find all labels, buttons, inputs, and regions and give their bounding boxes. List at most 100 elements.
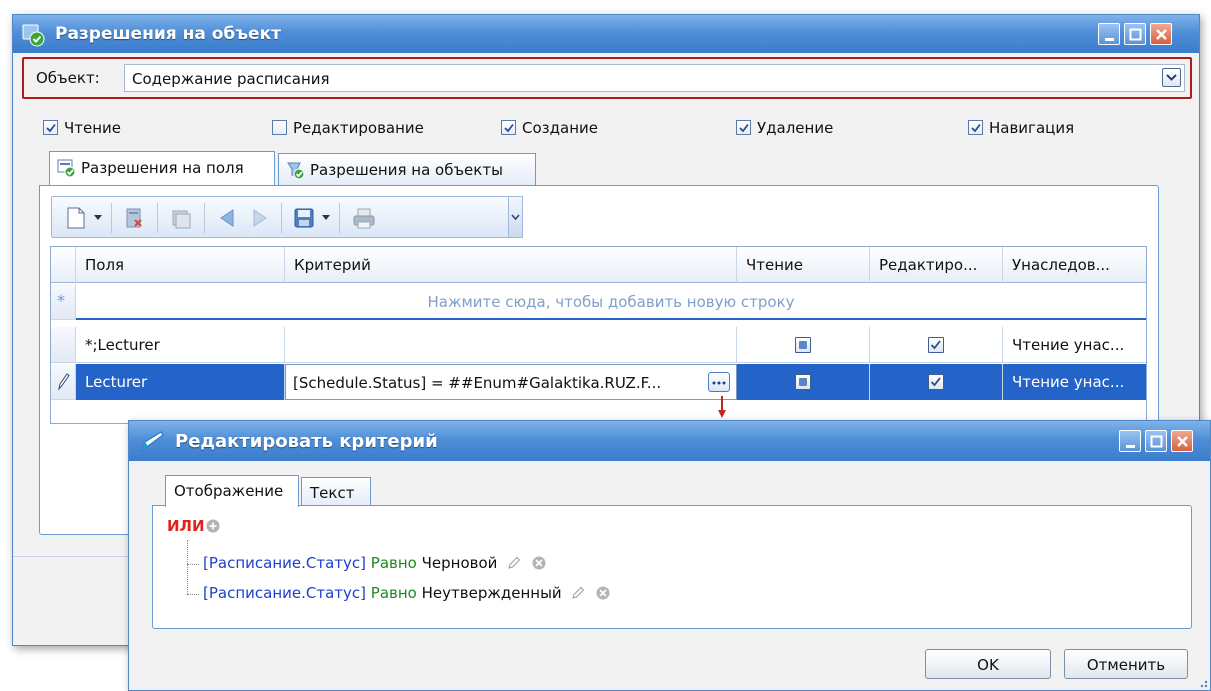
condition-value[interactable]: Черновой bbox=[422, 554, 498, 572]
print-icon[interactable] bbox=[352, 206, 376, 230]
tree-connector bbox=[187, 594, 199, 595]
cell-field-selected[interactable]: Lecturer bbox=[76, 364, 285, 400]
remove-condition-icon[interactable] bbox=[531, 555, 547, 571]
cell-criterion[interactable] bbox=[285, 327, 737, 363]
minimize-icon bbox=[1126, 445, 1135, 448]
dialog-titlebar[interactable]: Редактировать критерий bbox=[129, 421, 1210, 461]
checkmark-icon bbox=[971, 123, 981, 133]
cell-field-text: *;Lecturer bbox=[85, 336, 160, 354]
arrow-left-icon[interactable] bbox=[215, 206, 239, 230]
pencil-icon[interactable] bbox=[506, 555, 522, 571]
column-header-label: Критерий bbox=[294, 256, 371, 274]
checkmark-icon bbox=[930, 340, 941, 350]
permission-read-checkbox[interactable]: Чтение bbox=[43, 119, 121, 139]
permission-navigation-checkbox[interactable]: Навигация bbox=[968, 119, 1074, 139]
tab-field-permissions-label: Разрешения на поля bbox=[81, 159, 244, 177]
tab-text[interactable]: Текст bbox=[301, 477, 371, 507]
column-header-fields[interactable]: Поля bbox=[76, 247, 285, 283]
add-condition-icon[interactable] bbox=[205, 518, 221, 534]
indeterminate-mark bbox=[799, 341, 807, 349]
tab-object-permissions[interactable]: Разрешения на объекты bbox=[278, 153, 536, 185]
chevron-down-icon bbox=[1166, 74, 1177, 81]
window-titlebar[interactable]: Разрешения на объект bbox=[13, 15, 1199, 53]
checkbox-checked bbox=[43, 120, 58, 135]
toolbar-overflow-button[interactable] bbox=[508, 196, 523, 238]
cell-criterion-text: [Schedule.Status] = ##Enum#Galaktika.RUZ… bbox=[293, 374, 662, 392]
permission-create-checkbox[interactable]: Создание bbox=[501, 119, 598, 139]
condition-operator[interactable]: Равно bbox=[371, 584, 417, 602]
close-button[interactable] bbox=[1150, 23, 1172, 45]
group-operator[interactable]: ИЛИ bbox=[167, 517, 205, 535]
cell-edit-selected[interactable] bbox=[870, 364, 1003, 400]
close-button[interactable] bbox=[1171, 430, 1193, 452]
minimize-button[interactable] bbox=[1098, 23, 1120, 45]
cancel-button[interactable]: Отменить bbox=[1064, 649, 1188, 679]
object-label: Объект: bbox=[36, 69, 100, 87]
asterisk-icon: * bbox=[57, 291, 65, 310]
save-dropdown-arrow[interactable] bbox=[322, 215, 330, 220]
edit-criterion-dialog: Редактировать критерий Отображение Текст… bbox=[128, 420, 1211, 691]
row-indicator-editing bbox=[51, 364, 76, 400]
tab-display[interactable]: Отображение bbox=[165, 475, 299, 507]
checkbox-checked bbox=[501, 120, 516, 135]
object-selector-row: Объект: Содержание расписания bbox=[22, 57, 1192, 99]
permission-delete-checkbox[interactable]: Удаление bbox=[736, 119, 833, 139]
field-permissions-icon bbox=[57, 159, 76, 178]
maximize-button[interactable] bbox=[1124, 23, 1146, 45]
condition-row: [Расписание.Статус] Равно Неутвержденный bbox=[203, 584, 611, 602]
column-header-inherited[interactable]: Унаследов... bbox=[1003, 247, 1146, 283]
minimize-button[interactable] bbox=[1119, 430, 1141, 452]
checkmark-icon bbox=[739, 123, 749, 133]
edit-criterion-button[interactable] bbox=[708, 372, 730, 392]
new-dropdown-arrow[interactable] bbox=[94, 215, 102, 220]
condition-field[interactable]: [Расписание.Статус] bbox=[203, 584, 366, 602]
copy-icon[interactable] bbox=[169, 206, 193, 230]
criteria-tree-panel: ИЛИ [Расписание.Статус] Равно Черновой [… bbox=[152, 505, 1192, 629]
cell-inherited[interactable]: Чтение унас... bbox=[1003, 327, 1146, 363]
cell-read[interactable] bbox=[737, 327, 870, 363]
save-icon[interactable] bbox=[292, 206, 316, 230]
tab-field-permissions[interactable]: Разрешения на поля bbox=[49, 151, 275, 185]
cell-field[interactable]: *;Lecturer bbox=[76, 327, 285, 363]
read-checkbox-indeterminate[interactable] bbox=[795, 374, 811, 390]
column-header-read[interactable]: Чтение bbox=[737, 247, 870, 283]
condition-row: [Расписание.Статус] Равно Черновой bbox=[203, 554, 547, 572]
cell-criterion-editor[interactable]: [Schedule.Status] = ##Enum#Galaktika.RUZ… bbox=[285, 364, 737, 400]
condition-operator[interactable]: Равно bbox=[371, 554, 417, 572]
checkmark-icon bbox=[46, 123, 56, 133]
cell-edit[interactable] bbox=[870, 327, 1003, 363]
toolbar-separator bbox=[204, 203, 205, 233]
toolbar-separator bbox=[157, 203, 158, 233]
permission-edit-checkbox[interactable]: Редактирование bbox=[272, 119, 424, 139]
pencil-icon bbox=[58, 373, 70, 391]
column-header-label: Чтение bbox=[746, 256, 804, 274]
arrow-right-icon[interactable] bbox=[248, 206, 272, 230]
condition-field[interactable]: [Расписание.Статус] bbox=[203, 554, 366, 572]
new-document-icon[interactable] bbox=[64, 206, 88, 230]
read-checkbox-indeterminate[interactable] bbox=[795, 337, 811, 353]
cell-inherited-selected[interactable]: Чтение унас... bbox=[1003, 364, 1146, 400]
remove-condition-icon[interactable] bbox=[595, 585, 611, 601]
grid-header-indicator bbox=[51, 247, 76, 283]
condition-value[interactable]: Неутвержденный bbox=[422, 584, 562, 602]
cell-field-text: Lecturer bbox=[85, 373, 148, 391]
edit-checkbox-checked[interactable] bbox=[928, 337, 944, 353]
ok-button[interactable]: OK bbox=[925, 649, 1051, 679]
pencil-icon[interactable] bbox=[570, 585, 586, 601]
column-header-edit[interactable]: Редактиро... bbox=[870, 247, 1003, 283]
toolbar-separator bbox=[339, 203, 340, 233]
cell-read-selected[interactable] bbox=[737, 364, 870, 400]
resize-grip-icon[interactable] bbox=[1198, 678, 1208, 688]
new-row-placeholder[interactable]: Нажмите сюда, чтобы добавить новую строк… bbox=[76, 284, 1146, 320]
cell-inherited-text: Чтение унас... bbox=[1012, 373, 1125, 391]
object-dropdown[interactable]: Содержание расписания bbox=[124, 64, 1185, 92]
column-header-criterion[interactable]: Критерий bbox=[285, 247, 737, 283]
window-title: Разрешения на объект bbox=[55, 24, 281, 44]
delete-icon[interactable] bbox=[122, 206, 146, 230]
tab-text-label: Текст bbox=[310, 484, 355, 502]
maximize-button[interactable] bbox=[1145, 430, 1167, 452]
dropdown-button[interactable] bbox=[1162, 68, 1181, 87]
tree-connector bbox=[187, 540, 188, 594]
edit-checkbox-checked[interactable] bbox=[928, 374, 944, 390]
new-row-indicator: * bbox=[51, 284, 76, 320]
